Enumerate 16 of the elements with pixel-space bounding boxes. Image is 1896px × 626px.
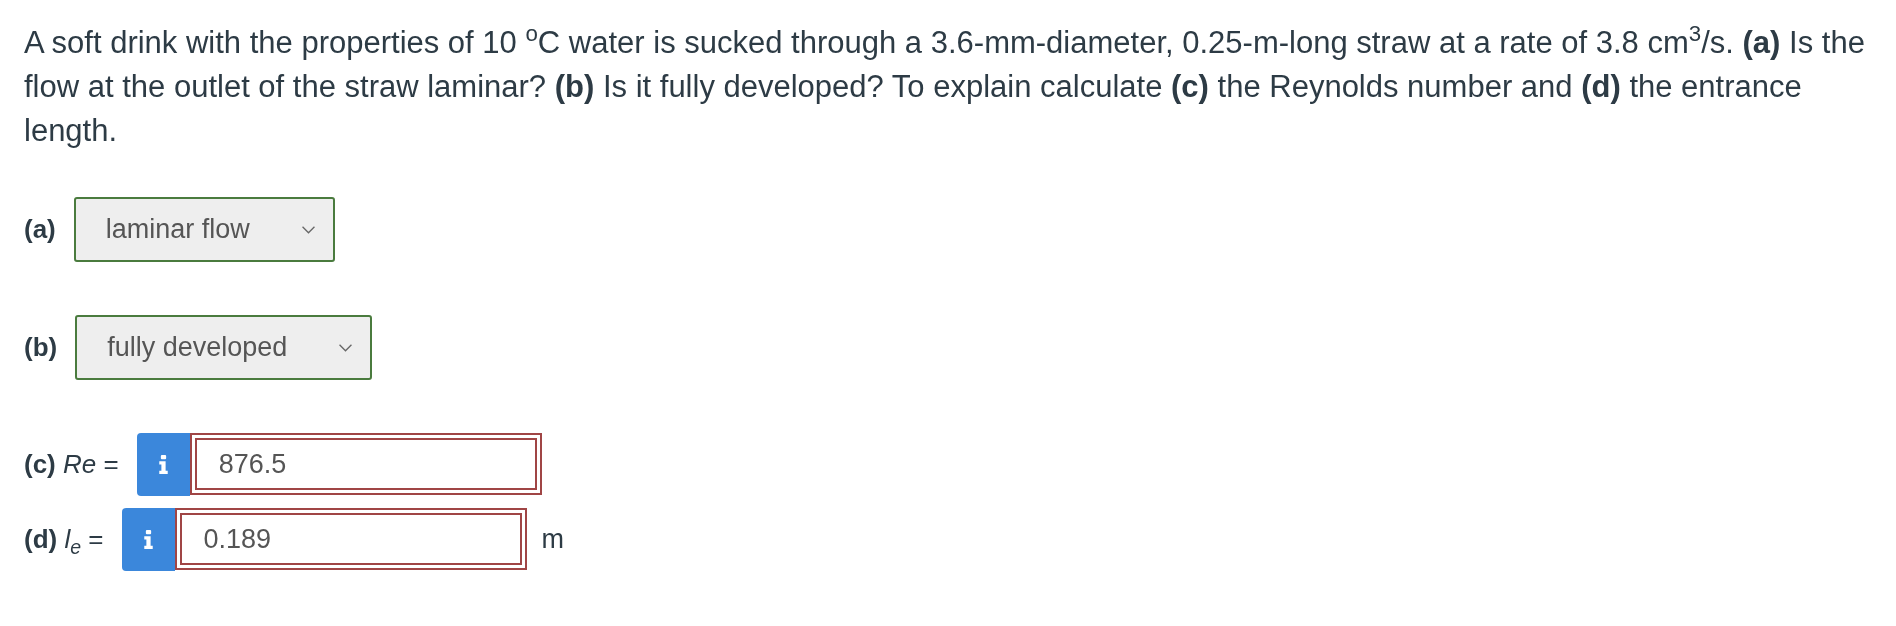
- info-button[interactable]: [136, 433, 190, 496]
- answer-field[interactable]: 0.189: [174, 508, 527, 570]
- caret-icon: [339, 343, 353, 352]
- part-label: (d) l$_{e}$ =: [24, 524, 104, 555]
- answer-field[interactable]: 876.5: [189, 433, 542, 495]
- dropdown[interactable]: laminar flow: [73, 197, 335, 262]
- unit-label: m: [541, 524, 564, 555]
- info-button[interactable]: [121, 508, 175, 571]
- info-icon: [142, 530, 154, 549]
- part-label: (a): [24, 214, 56, 245]
- part-label: (b): [24, 332, 58, 363]
- info-icon: [157, 455, 169, 474]
- problem-text: A soft drink with the properties of 10 $^{o}$C water is sucked through a 3.6-mm-diameter, 0.25-m-long straw at a rate of 3.8 cm$^{3}$/s. (a) Is the flow at the outlet of the straw laminar? (b) Is it fully developed? To explain calculate (c) the Reynolds number and (d) the entrance length.: [24, 21, 1866, 150]
- dropdown[interactable]: fully developed: [75, 315, 373, 380]
- caret-icon: [301, 225, 315, 234]
- part-label: (c) Re =: [24, 449, 119, 480]
